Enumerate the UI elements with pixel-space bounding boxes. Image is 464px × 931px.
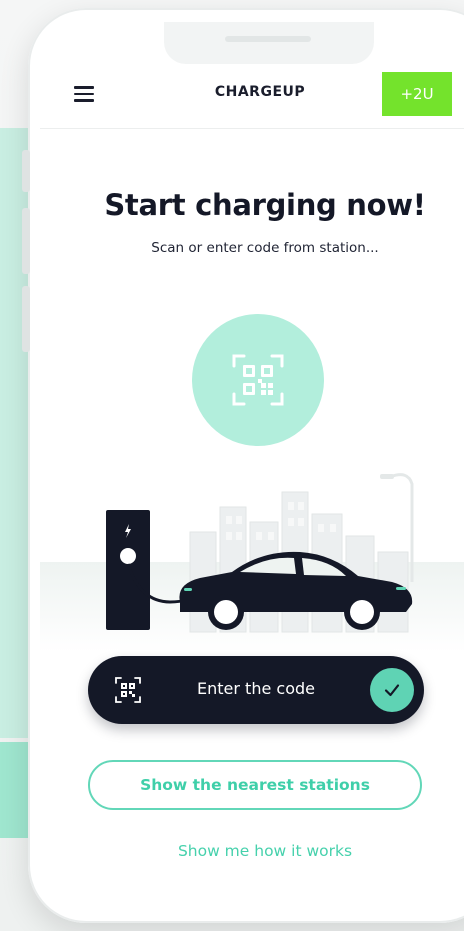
how-it-works-link[interactable]: Show me how it works xyxy=(40,842,464,860)
app-stage: CHARGEUP +2U Start charging now! Scan or… xyxy=(0,0,464,931)
nearest-stations-button[interactable]: Show the nearest stations xyxy=(88,760,422,810)
phone-side-button xyxy=(22,150,30,192)
phone-volume-down-button xyxy=(22,286,30,352)
qr-code-icon xyxy=(115,677,141,703)
plus-2u-button[interactable]: +2U xyxy=(382,72,452,116)
app-header: CHARGEUP +2U xyxy=(40,70,464,129)
charging-illustration xyxy=(40,473,464,652)
qr-scan-icon xyxy=(232,354,284,406)
phone-speaker xyxy=(225,36,311,42)
confirm-code-button[interactable] xyxy=(370,668,414,712)
phone-screen: CHARGEUP +2U Start charging now! Scan or… xyxy=(40,22,464,912)
phone-notch xyxy=(164,22,374,64)
hamburger-icon[interactable] xyxy=(74,86,94,102)
qr-scan-button[interactable] xyxy=(192,314,324,446)
phone-volume-up-button xyxy=(22,208,30,274)
enter-code-label: Enter the code xyxy=(197,679,315,698)
page-subtitle: Scan or enter code from station... xyxy=(151,240,379,256)
page-title: Start charging now! xyxy=(104,188,426,222)
brand-logo: CHARGEUP xyxy=(214,84,306,100)
enter-code-input[interactable]: Enter the code xyxy=(88,656,424,724)
check-icon xyxy=(384,684,400,697)
